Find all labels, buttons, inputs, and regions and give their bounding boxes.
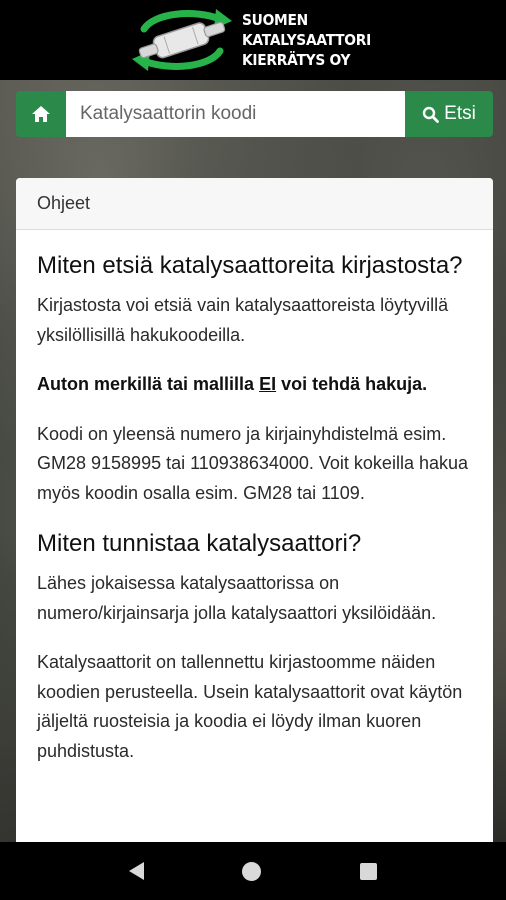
logo-line: SUOMEN [241, 11, 308, 29]
logo-line: KATALYSAATTORI [241, 31, 371, 49]
logo-text: SUOMEN KATALYSAATTORI KIERRÄTYS OY [242, 10, 371, 70]
home-icon [32, 106, 50, 122]
warning-paragraph: Auton merkillä tai mallilla EI voi tehdä… [37, 370, 473, 400]
search-input[interactable] [66, 91, 405, 137]
company-logo[interactable]: SUOMEN KATALYSAATTORI KIERRÄTYS OY [124, 7, 382, 73]
logo-line: KIERRÄTYS OY [241, 51, 351, 69]
search-bar: Etsi [16, 91, 493, 137]
paragraph: Lähes jokaisessa katalysaattorissa on nu… [37, 573, 437, 623]
card-body: Miten etsiä katalysaattoreita kirjastost… [16, 230, 493, 766]
home-circle-icon[interactable] [242, 861, 262, 881]
recent-apps-icon[interactable] [359, 862, 377, 880]
paragraph: Kirjastosta voi etsiä vain katalysaattor… [37, 295, 449, 345]
home-button[interactable] [16, 91, 66, 137]
instructions-card: Ohjeet Miten etsiä katalysaattoreita kir… [16, 178, 493, 878]
warning-emphasis: EI [259, 374, 277, 394]
section-title: Miten tunnistaa katalysaattori? [37, 530, 362, 557]
search-icon [422, 106, 440, 123]
catalytic-converter-recycle-icon [131, 9, 232, 71]
search-button-label: Etsi [444, 103, 476, 124]
paragraph: Katalysaattorit on tallennettu kirjastoo… [37, 652, 463, 761]
search-button[interactable]: Etsi [405, 91, 493, 137]
paragraph: Koodi on yleensä numero ja kirjainyhdist… [37, 423, 468, 503]
back-icon[interactable] [129, 862, 145, 880]
android-nav-bar [0, 842, 506, 900]
app-header: SUOMEN KATALYSAATTORI KIERRÄTYS OY [0, 0, 506, 80]
warning-text: voi tehdä hakuja. [276, 374, 428, 394]
card-title: Ohjeet [16, 178, 493, 230]
section-title: Miten etsiä katalysaattoreita kirjastost… [37, 252, 463, 279]
warning-text: Auton merkillä tai mallilla [37, 374, 260, 394]
